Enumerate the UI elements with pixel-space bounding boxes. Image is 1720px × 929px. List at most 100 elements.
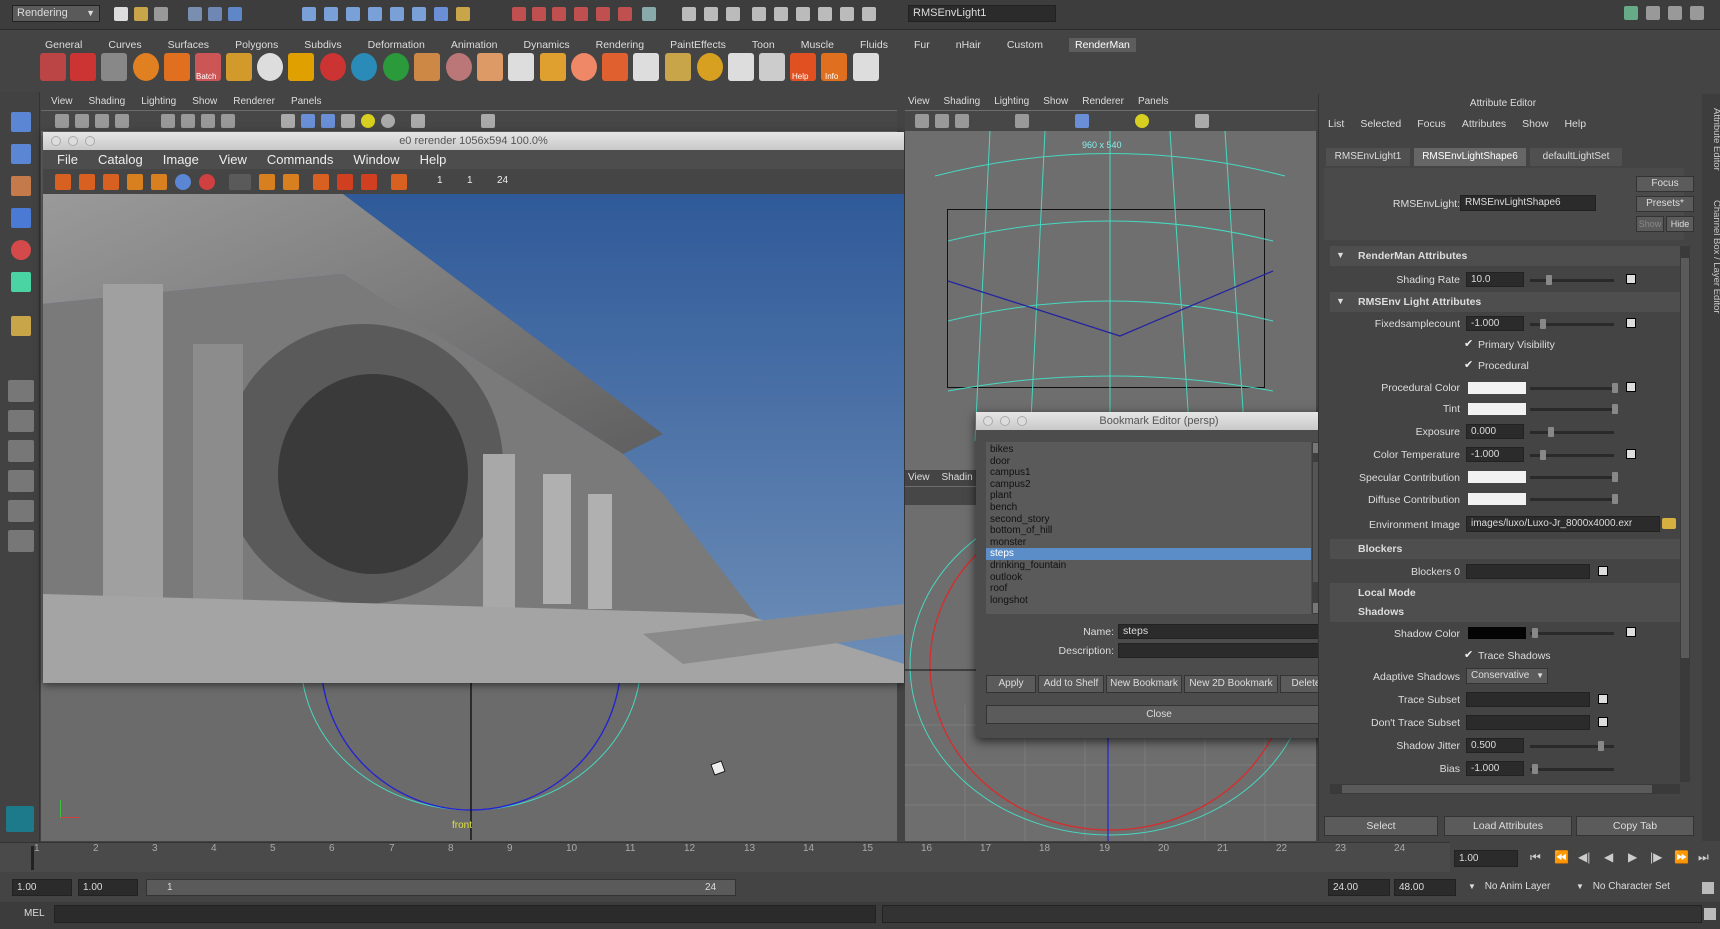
xray-icon[interactable] xyxy=(411,114,425,128)
render-menu-help[interactable]: Help xyxy=(420,150,447,169)
script-editor-icon[interactable] xyxy=(1704,908,1716,920)
rman-shelf-icon[interactable] xyxy=(759,53,785,81)
wireframe-icon[interactable] xyxy=(281,114,295,128)
apply-button[interactable]: Apply xyxy=(986,675,1036,693)
panel-menu-show[interactable]: Show xyxy=(192,94,217,110)
rman-puzzle-icon[interactable] xyxy=(853,53,879,81)
shelf-tab-renderman[interactable]: RenderMan xyxy=(1069,38,1136,52)
procedural-color-slider[interactable] xyxy=(1530,387,1614,390)
list-item[interactable]: campus2 xyxy=(986,479,1311,491)
step-back-key-icon[interactable]: ⏪ xyxy=(1554,850,1569,864)
rman-eye-icon[interactable] xyxy=(257,53,283,81)
render-menu-image[interactable]: Image xyxy=(163,150,199,169)
ae-menu-list[interactable]: List xyxy=(1328,118,1344,130)
list-item[interactable]: bikes xyxy=(986,444,1311,456)
trace-subset-field[interactable] xyxy=(1466,692,1590,707)
exposure-field[interactable]: 0.000 xyxy=(1466,424,1524,439)
close-button[interactable]: Close xyxy=(986,705,1332,724)
map-button-icon[interactable] xyxy=(1626,274,1636,284)
rlpanel-menu-shading[interactable]: Shadin xyxy=(942,470,973,486)
prefs-icon[interactable] xyxy=(1702,882,1714,894)
ipr-btn-icon[interactable] xyxy=(127,174,143,190)
step-forward-frame-icon[interactable]: |▶ xyxy=(1650,850,1662,864)
copy-tab-button[interactable]: Copy Tab xyxy=(1576,816,1694,836)
render-menu-view[interactable]: View xyxy=(219,150,247,169)
paint-tool-icon[interactable] xyxy=(11,176,31,196)
step-back-frame-icon[interactable]: ◀| xyxy=(1578,850,1590,864)
move-tool-icon[interactable] xyxy=(11,208,31,228)
environment-image-field[interactable]: images/luxo/Luxo-Jr_8000x4000.exr xyxy=(1466,516,1660,532)
rman-info-icon[interactable]: Info xyxy=(821,53,847,81)
rpanel-menu-panels[interactable]: Panels xyxy=(1138,94,1169,110)
map-button-icon[interactable] xyxy=(1626,627,1636,637)
panel-menu-renderer[interactable]: Renderer xyxy=(233,94,275,110)
panel-menu-panels[interactable]: Panels xyxy=(291,94,322,110)
rman-tex-icon[interactable] xyxy=(602,53,628,81)
dialog-close-icon[interactable] xyxy=(983,416,993,426)
new-bookmark-button[interactable]: New Bookmark xyxy=(1106,675,1182,693)
diffuse-contribution-knob[interactable] xyxy=(1612,494,1618,504)
node-name-field[interactable]: RMSEnvLightShape6 xyxy=(1460,195,1596,211)
list-item-selected[interactable]: steps xyxy=(986,548,1311,560)
start-time-field[interactable]: 1.00 xyxy=(12,879,72,896)
section-blockers[interactable]: Blockers xyxy=(1330,539,1680,559)
section-rmsenv-light[interactable]: RMSEnv Light Attributes xyxy=(1330,292,1680,312)
map-button-icon[interactable] xyxy=(1626,318,1636,328)
color-btn-icon[interactable] xyxy=(229,174,251,190)
bias-field[interactable]: -1.000 xyxy=(1466,761,1524,776)
anim-layer-dropdown[interactable]: ▼ No Anim Layer xyxy=(1468,881,1570,892)
go-to-end-icon[interactable]: ⏭ xyxy=(1698,850,1709,865)
pin-btn-icon[interactable] xyxy=(283,174,299,190)
list-item[interactable]: bench xyxy=(986,502,1311,514)
rman-rect-icon[interactable] xyxy=(508,53,534,81)
ae-vertical-scrollbar[interactable] xyxy=(1680,246,1690,782)
new-2d-bookmark-button[interactable]: New 2D Bookmark xyxy=(1184,675,1278,693)
fixedsamplecount-knob[interactable] xyxy=(1540,319,1546,329)
map-button-icon[interactable] xyxy=(1598,717,1608,727)
shadow-jitter-knob[interactable] xyxy=(1598,741,1604,751)
rpanel-menu-shading[interactable]: Shading xyxy=(944,94,981,110)
smooth-shade-icon[interactable] xyxy=(301,114,315,128)
panel-menu-shading[interactable]: Shading xyxy=(89,94,126,110)
ae-hscroll-thumb[interactable] xyxy=(1342,785,1652,793)
frame-current-field[interactable]: 1 xyxy=(467,175,473,186)
lasso-tool-icon[interactable] xyxy=(11,144,31,164)
bookmark-list[interactable]: bikes door campus1 campus2 plant bench s… xyxy=(986,442,1311,614)
folder-icon[interactable] xyxy=(1662,518,1676,529)
rlpanel-menu-view[interactable]: View xyxy=(908,470,930,486)
exposure-knob[interactable] xyxy=(1548,427,1554,437)
rman-sphere-blue-icon[interactable] xyxy=(351,53,377,81)
ae-tab-2[interactable]: RMSEnvLightShape6 xyxy=(1414,148,1526,166)
fixedsamplecount-field[interactable]: -1.000 xyxy=(1466,316,1524,331)
rman-stop-icon[interactable] xyxy=(101,53,127,81)
shadow-color-swatch[interactable] xyxy=(1468,627,1526,639)
select-button[interactable]: Select xyxy=(1324,816,1438,836)
dont-trace-subset-field[interactable] xyxy=(1466,715,1590,730)
rman-cross-icon[interactable] xyxy=(728,53,754,81)
rman-light-icon[interactable] xyxy=(288,53,314,81)
rman-help-icon[interactable]: Help xyxy=(790,53,816,81)
rman-ipr-icon[interactable] xyxy=(226,53,252,81)
snapshot-btn-icon[interactable] xyxy=(103,174,119,190)
ae-tab-3[interactable]: defaultLightSet xyxy=(1530,148,1622,166)
end-time-field[interactable]: 48.00 xyxy=(1394,879,1456,896)
layout-four-icon[interactable] xyxy=(8,410,34,432)
render-menu-catalog[interactable]: Catalog xyxy=(98,150,143,169)
ae-menu-help[interactable]: Help xyxy=(1564,118,1586,130)
ae-tab-1[interactable]: RMSEnvLight1 xyxy=(1326,148,1410,166)
load-attributes-button[interactable]: Load Attributes xyxy=(1444,816,1572,836)
shadow-color-knob[interactable] xyxy=(1532,628,1538,638)
exposure-slider[interactable] xyxy=(1530,431,1614,434)
toggle-panels-icon[interactable] xyxy=(1624,6,1638,20)
procedural-checkbox[interactable]: ✔ xyxy=(1464,358,1473,371)
blockers-0-field[interactable] xyxy=(1466,564,1590,579)
scale-tool-icon[interactable] xyxy=(11,272,31,292)
bias-slider[interactable] xyxy=(1530,768,1614,771)
loop-icon[interactable] xyxy=(391,174,407,190)
map-button-icon[interactable] xyxy=(1626,449,1636,459)
command-input[interactable] xyxy=(54,905,876,923)
rman-batch-icon[interactable]: Batch xyxy=(195,53,221,81)
rman-bulb-icon[interactable] xyxy=(414,53,440,81)
start-range-field[interactable]: 1.00 xyxy=(78,879,138,896)
globe-btn-icon[interactable] xyxy=(175,174,191,190)
